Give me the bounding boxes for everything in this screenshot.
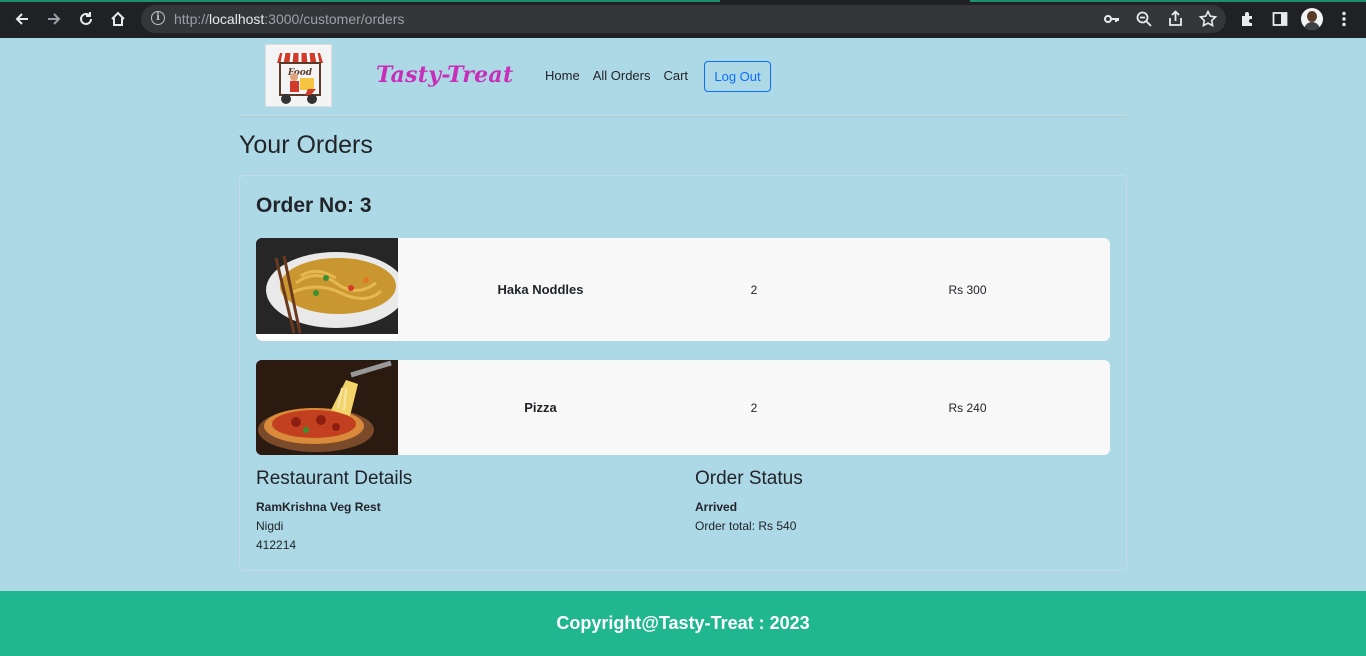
item-name: Pizza: [524, 400, 557, 415]
order-status-value: Arrived: [695, 500, 738, 514]
restaurant-name: RamKrishna Veg Rest: [256, 500, 381, 514]
order-total: Order total: Rs 540: [695, 519, 797, 533]
address-bar[interactable]: i http://localhost:3000/customer/orders: [141, 5, 1226, 33]
restaurant-details-heading: Restaurant Details: [256, 468, 413, 489]
key-icon[interactable]: [1101, 8, 1123, 30]
forward-icon[interactable]: [43, 8, 65, 30]
nav-cart-link[interactable]: Cart: [663, 68, 688, 83]
site-info-icon[interactable]: i: [151, 11, 165, 25]
bookmark-star-icon[interactable]: [1197, 8, 1219, 30]
order-status-heading: Order Status: [695, 468, 803, 489]
item-quantity: 2: [750, 401, 758, 415]
nav-home-link[interactable]: Home: [545, 68, 580, 83]
zoom-icon[interactable]: [1133, 8, 1155, 30]
page-title: Your Orders: [239, 131, 373, 159]
item-quantity: 2: [750, 283, 758, 297]
order-card: Order No: 3 Haka Noddles 2 Rs 300 Pizza …: [239, 175, 1127, 571]
logout-button[interactable]: Log Out: [704, 61, 771, 92]
food-delivery-logo[interactable]: Food: [265, 44, 332, 107]
site-navbar: Food Tasty-Treat Home All Orders Cart Lo…: [239, 38, 1127, 116]
brand-title[interactable]: Tasty-Treat: [376, 62, 513, 88]
reload-icon[interactable]: [75, 8, 97, 30]
item-price: Rs 240: [948, 401, 987, 415]
loading-bar-secondary: [970, 0, 1366, 2]
restaurant-area: Nigdi: [256, 519, 284, 533]
loading-bar: [0, 0, 720, 2]
copyright-text: Copyright@Tasty-Treat : 2023: [556, 613, 810, 633]
item-name: Haka Noddles: [497, 282, 584, 297]
home-icon[interactable]: [107, 8, 129, 30]
nav-links: Home All Orders Cart: [545, 68, 701, 83]
order-item: Pizza 2 Rs 240: [256, 360, 1110, 455]
restaurant-pincode: 412214: [256, 538, 297, 552]
menu-kebab-icon[interactable]: [1333, 8, 1355, 30]
item-price: Rs 300: [948, 283, 987, 297]
browser-toolbar: i http://localhost:3000/customer/orders: [0, 0, 1366, 38]
extensions-icon[interactable]: [1237, 8, 1259, 30]
order-number: Order No: 3: [256, 194, 372, 217]
noodles-image: [256, 238, 406, 341]
side-panel-icon[interactable]: [1269, 8, 1291, 30]
site-footer: Copyright@Tasty-Treat : 2023: [0, 591, 1366, 656]
pizza-image: [256, 360, 398, 455]
url-text: http://localhost:3000/customer/orders: [174, 11, 405, 27]
share-icon[interactable]: [1165, 8, 1187, 30]
order-item: Haka Noddles 2 Rs 300: [256, 238, 1110, 341]
nav-all-orders-link[interactable]: All Orders: [593, 68, 651, 83]
profile-avatar[interactable]: [1301, 8, 1323, 30]
back-icon[interactable]: [11, 8, 33, 30]
